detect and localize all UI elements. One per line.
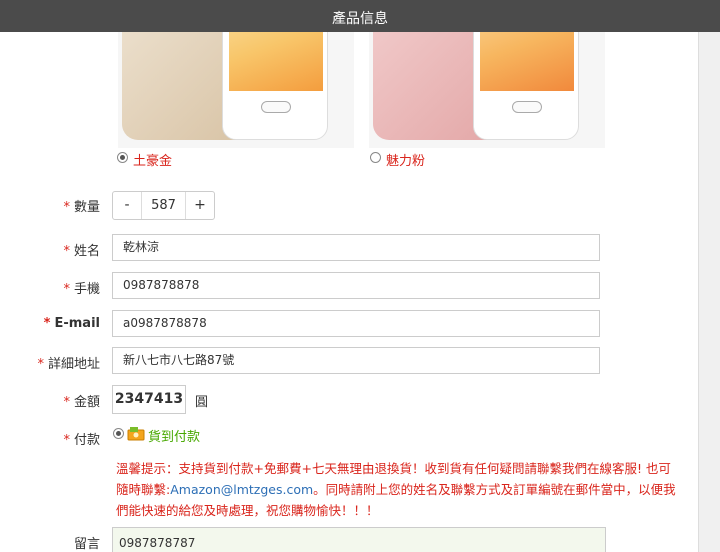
notice-text: 溫馨提示：支持貨到付款+免郵費+七天無理由退換貨！收到貨有任何疑問請聯繫我們在線… (116, 461, 676, 518)
amount-unit: 圓 (195, 395, 209, 410)
quantity-label: * 數量 (63, 200, 100, 215)
amount-label: * 金額 (63, 395, 100, 410)
decrement-button[interactable]: - (113, 192, 141, 219)
scrollbar[interactable] (698, 0, 720, 552)
payment-label: * 付款 (63, 433, 100, 448)
email-label: * E-mail (43, 316, 100, 331)
support-email-link[interactable]: Amazon@lmtzges.com (170, 482, 313, 497)
header-bar: 產品信息 (0, 0, 720, 32)
pink-option-label[interactable]: 魅力粉 (386, 150, 425, 169)
amount-value: 2347413 (112, 385, 186, 414)
product-page: 土豪金 魅力粉 * 數量 - 587 + * 姓名 乾林涼 * 手機 09878788… (0, 0, 698, 552)
gold-option-label[interactable]: 土豪金 (133, 150, 172, 169)
address-field[interactable]: 新八七市八七路87號 (112, 347, 600, 374)
cod-option-label[interactable]: 貨到付款 (148, 426, 200, 445)
increment-button[interactable]: + (186, 192, 214, 219)
remark-label: 留言 (73, 537, 100, 552)
pink-radio[interactable] (370, 152, 381, 163)
email-field[interactable]: a0987878878 (112, 310, 600, 337)
cash-on-delivery-icon (127, 427, 145, 441)
address-label: * 詳細地址 (37, 357, 100, 372)
quantity-value[interactable]: 587 (141, 192, 186, 219)
quantity-stepper[interactable]: - 587 + (112, 191, 215, 220)
phone-label: * 手機 (63, 282, 100, 297)
name-field[interactable]: 乾林涼 (112, 234, 600, 261)
phone-field[interactable]: 0987878878 (112, 272, 600, 299)
name-label: * 姓名 (63, 244, 100, 259)
remark-textarea[interactable]: 0987878787 (112, 527, 606, 552)
gold-radio[interactable] (117, 152, 128, 163)
page-title: 產品信息 (332, 11, 388, 27)
cod-radio[interactable] (113, 428, 124, 439)
